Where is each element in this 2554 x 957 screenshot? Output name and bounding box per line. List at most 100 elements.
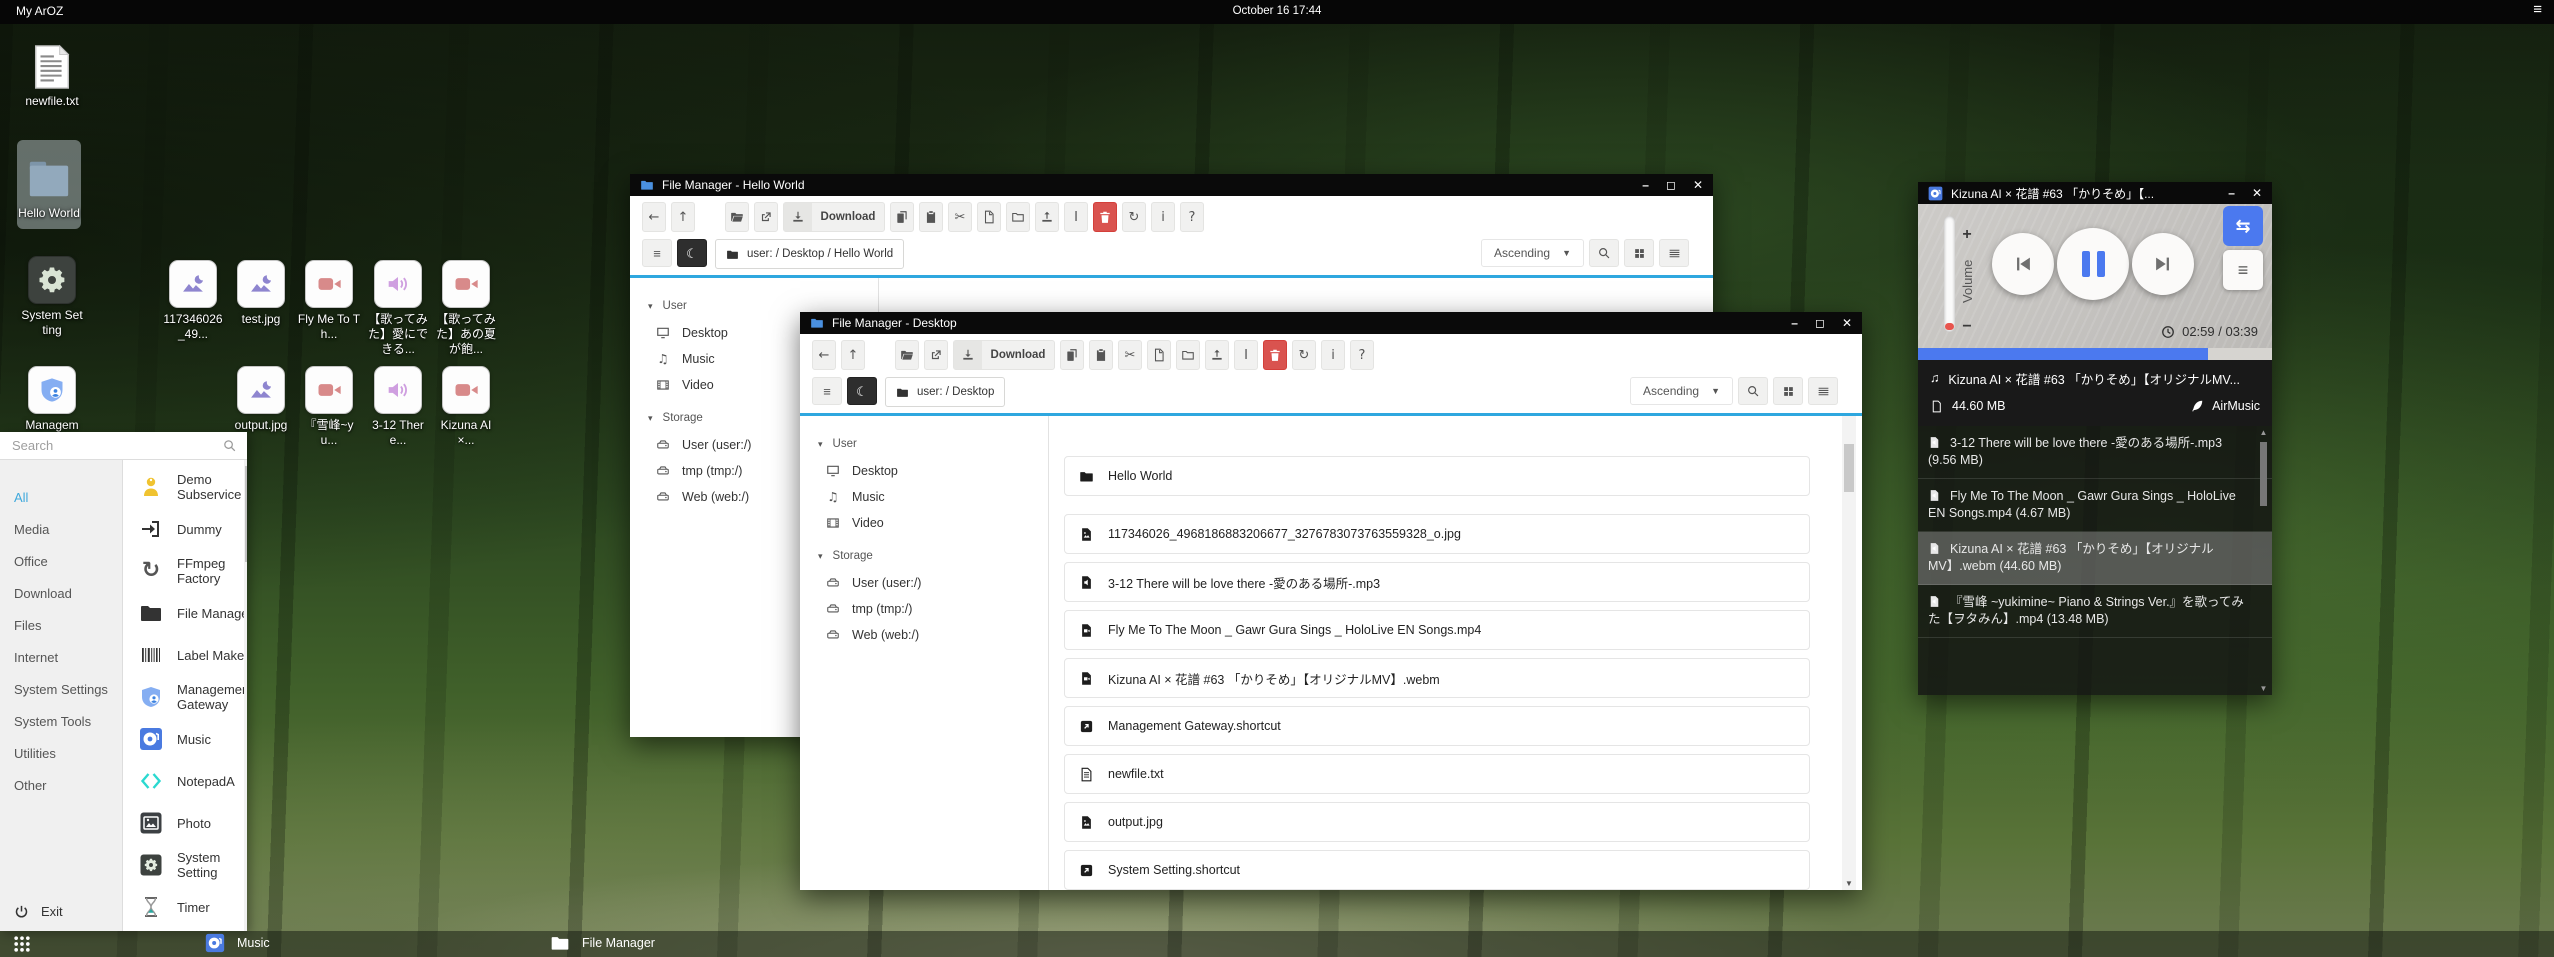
hamburger-menu-icon[interactable]: ≡ — [2533, 2, 2542, 17]
close-button[interactable]: ✕ — [1693, 178, 1703, 192]
menu-scrollbar[interactable] — [244, 460, 247, 931]
new-folder-button[interactable] — [1006, 202, 1030, 232]
file-row-fly-me-to-the-moon-gawr-gura-sings-hololive-en-songs-mp4[interactable]: Fly Me To The Moon _ Gawr Gura Sings _ H… — [1064, 610, 1810, 650]
app-item-demo-subservice[interactable]: Demo Subservice — [123, 466, 247, 508]
menu-category-system-tools[interactable]: System Tools — [0, 706, 122, 738]
copy-button[interactable] — [890, 202, 914, 232]
progress-bar[interactable] — [1918, 348, 2272, 360]
file-row-management-gateway-shortcut[interactable]: Management Gateway.shortcut — [1064, 706, 1810, 746]
close-button[interactable]: ✕ — [2252, 186, 2262, 200]
breadcrumb[interactable]: user: / Desktop / Hello World — [715, 239, 904, 269]
menu-category-all[interactable]: All — [0, 482, 122, 514]
app-item-ffmpeg-factory[interactable]: ↻FFmpeg Factory — [123, 550, 247, 592]
open-folder-button[interactable] — [725, 202, 749, 232]
app-item-system-setting[interactable]: System Setting — [123, 844, 247, 886]
volume-slider-thumb[interactable] — [1945, 323, 1954, 330]
open-folder-button[interactable] — [895, 340, 919, 370]
close-button[interactable]: ✕ — [1842, 316, 1852, 330]
download-button[interactable]: Download — [953, 340, 1055, 370]
desktop-icon-3-12-there[interactable]: 3-12 There... — [366, 366, 430, 448]
maximize-button[interactable]: ◻ — [1666, 178, 1676, 192]
search-button[interactable] — [1589, 239, 1619, 267]
menu-category-internet[interactable]: Internet — [0, 642, 122, 674]
volume-down-button[interactable]: − — [1956, 318, 1978, 336]
scrollbar-thumb[interactable] — [1844, 444, 1854, 492]
file-row-output-jpg[interactable]: output.jpg — [1064, 802, 1810, 842]
minimize-button[interactable]: – — [1791, 316, 1798, 330]
repeat-button[interactable]: ⇆ — [2223, 206, 2263, 246]
file-row-newfile-txt[interactable]: newfile.txt — [1064, 754, 1810, 794]
scrollbar-thumb[interactable] — [2260, 442, 2267, 506]
window-titlebar[interactable]: File Manager - Desktop – ◻ ✕ — [800, 312, 1862, 334]
menu-category-system-settings[interactable]: System Settings — [0, 674, 122, 706]
file-row-kizuna-ai-63-mv-webm[interactable]: Kizuna AI × 花譜 #63 「かりそめ」【オリジナルMV】.webm — [1064, 658, 1810, 698]
scrollbar[interactable]: ▼ — [1842, 416, 1856, 890]
sidebar-item-music[interactable]: ♫Music — [818, 484, 1048, 510]
grid-view-button[interactable] — [1624, 239, 1654, 267]
scroll-down-arrow-icon[interactable]: ▼ — [1842, 879, 1856, 888]
rename-button[interactable]: I — [1234, 340, 1258, 370]
sidebar-item-web-web[interactable]: Web (web:/) — [818, 622, 1048, 648]
playlist-item-yukimine-piano-strings-ver-mp4-13-48-mb[interactable]: 『雪峰 ~yukimine~ Piano & Strings Ver.』を歌って… — [1918, 585, 2272, 638]
menu-button[interactable]: ≡ — [642, 239, 672, 267]
window-titlebar[interactable]: File Manager - Hello World – ◻ ✕ — [630, 174, 1713, 196]
sidebar-group-user[interactable]: ▾User — [818, 438, 1048, 450]
paste-button[interactable] — [1089, 340, 1113, 370]
sidebar-group-storage[interactable]: ▾Storage — [818, 550, 1048, 562]
app-item-dummy[interactable]: Dummy — [123, 508, 247, 550]
minimize-button[interactable]: – — [1642, 178, 1649, 192]
list-view-button[interactable] — [1808, 377, 1838, 405]
scroll-down-arrow-icon[interactable]: ▼ — [2257, 684, 2270, 693]
download-button[interactable]: Download — [783, 202, 885, 232]
app-item-timer[interactable]: Timer — [123, 886, 247, 928]
help-button[interactable]: ? — [1180, 202, 1204, 232]
sidebar-item-desktop[interactable]: Desktop — [818, 458, 1048, 484]
open-external-button[interactable] — [754, 202, 778, 232]
window-titlebar[interactable]: Kizuna AI × 花譜 #63 「かりそめ」【... – ✕ — [1918, 182, 2272, 204]
upload-button[interactable] — [1035, 202, 1059, 232]
maximize-button[interactable]: ◻ — [1815, 316, 1825, 330]
new-folder-button[interactable] — [1176, 340, 1200, 370]
desktop-icon-item[interactable]: 【歌ってみた】あの夏が飽... — [434, 260, 498, 357]
grid-view-button[interactable] — [1773, 377, 1803, 405]
playlist-item-fly-me-to-the-moon-gawr-gura-sings-holol[interactable]: Fly Me To The Moon _ Gawr Gura Sings _ H… — [1918, 479, 2272, 532]
app-item-label-maker[interactable]: Label Maker — [123, 634, 247, 676]
menu-category-office[interactable]: Office — [0, 546, 122, 578]
new-file-button[interactable] — [977, 202, 1001, 232]
taskbar-item-file-manager[interactable]: File Manager — [550, 933, 655, 953]
sidebar-item-user-user[interactable]: User (user:/) — [818, 570, 1048, 596]
sort-order-dropdown[interactable]: Ascending▼ — [1481, 239, 1584, 267]
info-button[interactable]: i — [1321, 340, 1345, 370]
file-row-3-12-there-will-be-love-there-mp3[interactable]: 3-12 There will be love there -愛のある場所-.m… — [1064, 562, 1810, 602]
theme-toggle-button[interactable]: ☾ — [677, 239, 707, 267]
cut-button[interactable]: ✂ — [1118, 340, 1142, 370]
open-external-button[interactable] — [924, 340, 948, 370]
menu-category-files[interactable]: Files — [0, 610, 122, 642]
back-button[interactable]: ← — [812, 340, 836, 370]
scroll-up-arrow-icon[interactable]: ▲ — [2257, 428, 2270, 437]
volume-up-button[interactable]: + — [1956, 226, 1978, 244]
next-track-button[interactable] — [2132, 233, 2194, 295]
delete-button[interactable] — [1263, 340, 1287, 370]
search-input[interactable] — [10, 437, 214, 454]
search-button[interactable] — [1738, 377, 1768, 405]
desktop-icon-output-jpg[interactable]: output.jpg — [229, 366, 293, 433]
refresh-button[interactable]: ↻ — [1122, 202, 1146, 232]
desktop-icon-system-setting[interactable]: System Setting — [20, 256, 84, 338]
desktop-icon-test-jpg[interactable]: test.jpg — [229, 260, 293, 327]
list-view-button[interactable] — [1659, 239, 1689, 267]
desktop-icon-newfile-txt[interactable]: newfile.txt — [20, 44, 84, 109]
new-file-button[interactable] — [1147, 340, 1171, 370]
playlist-scrollbar[interactable]: ▲ ▼ — [2257, 426, 2270, 695]
file-row-hello-world[interactable]: Hello World — [1064, 456, 1810, 496]
taskbar-item-music[interactable]: Music — [205, 933, 270, 953]
sidebar-group-user[interactable]: ▾User — [648, 300, 878, 312]
sort-order-dropdown[interactable]: Ascending▼ — [1630, 377, 1733, 405]
theme-toggle-button[interactable]: ☾ — [847, 377, 877, 405]
previous-track-button[interactable] — [1992, 233, 2054, 295]
minimize-button[interactable]: – — [2228, 186, 2235, 200]
rename-button[interactable]: I — [1064, 202, 1088, 232]
copy-button[interactable] — [1060, 340, 1084, 370]
app-item-photo[interactable]: Photo — [123, 802, 247, 844]
up-button[interactable]: ↑ — [671, 202, 695, 232]
